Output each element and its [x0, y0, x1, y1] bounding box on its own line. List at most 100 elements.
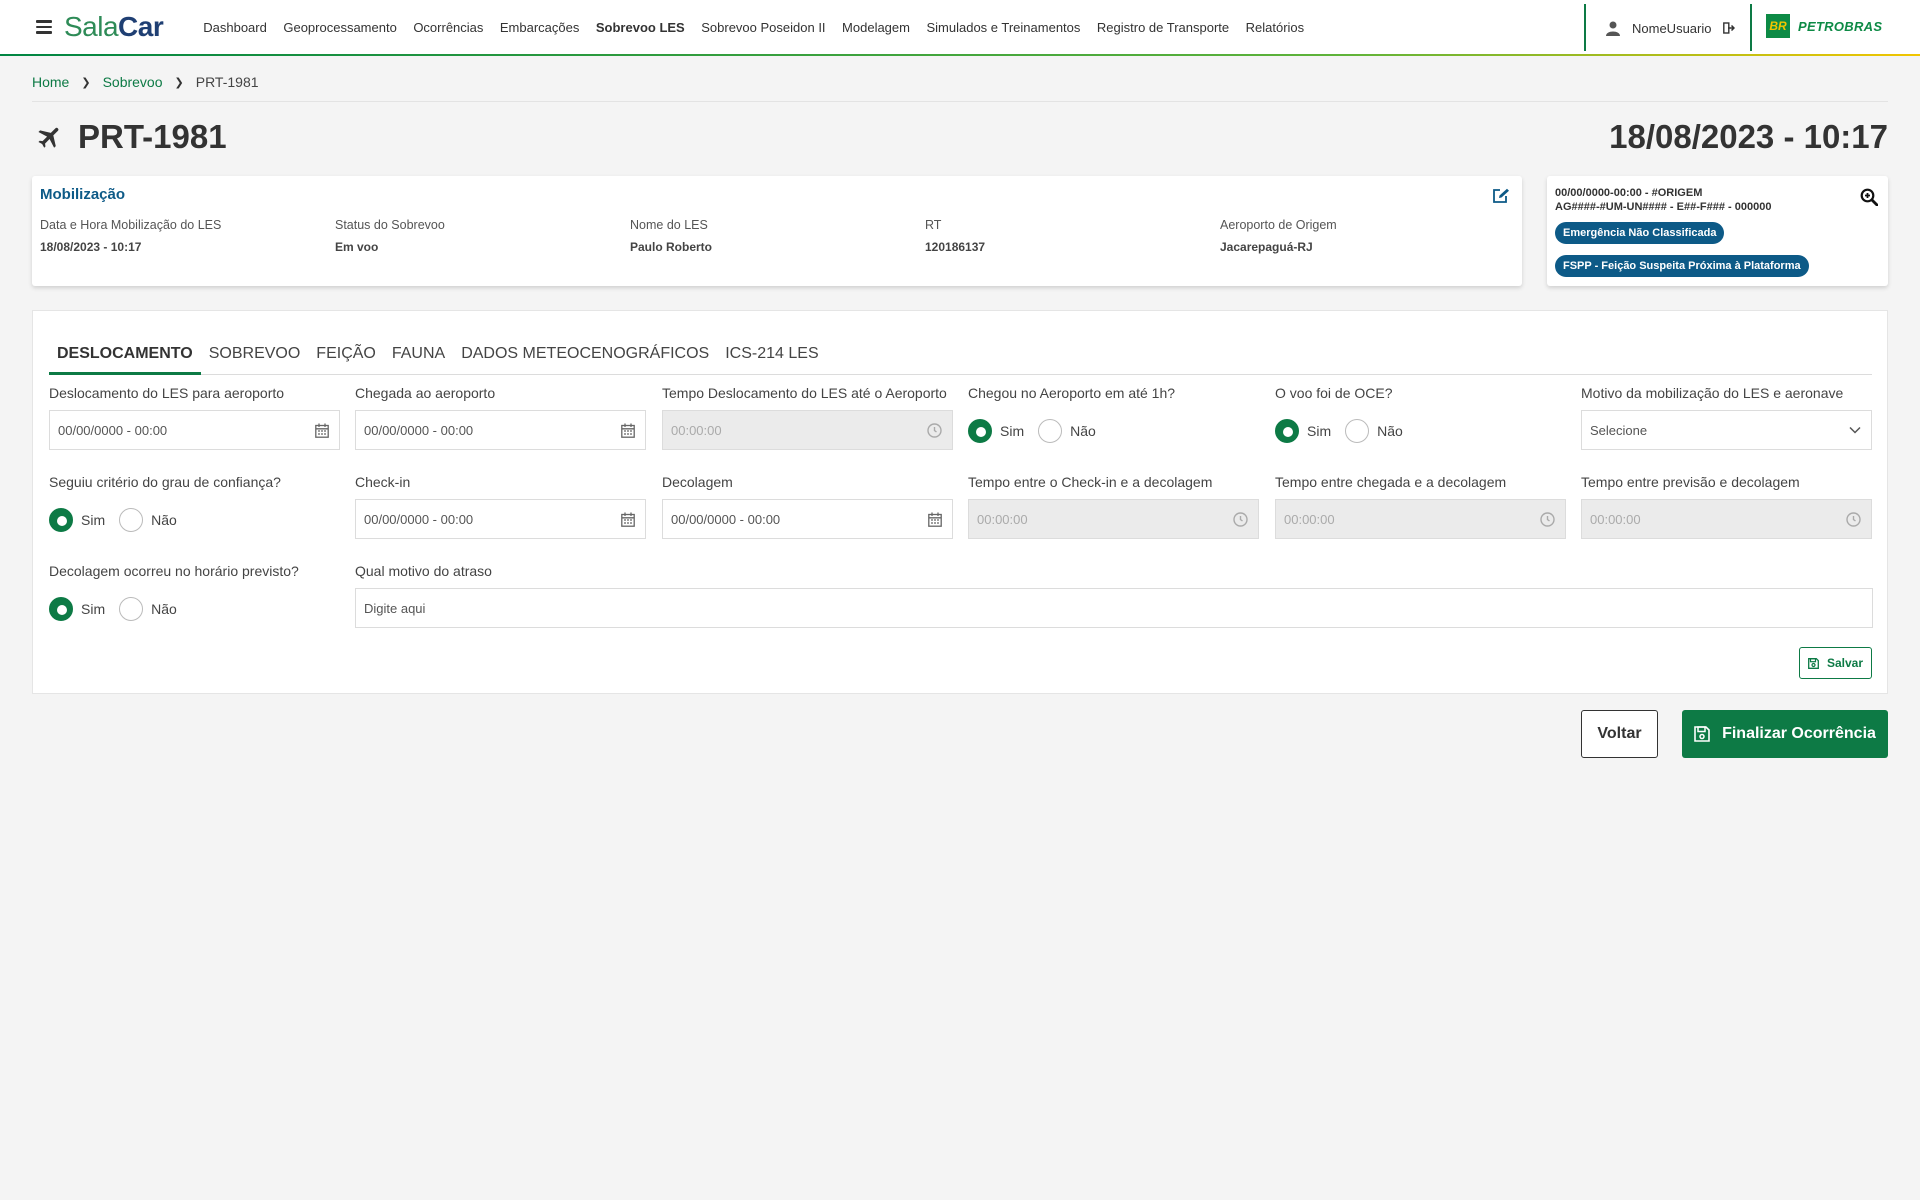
app-logo[interactable]: SalaCar [64, 11, 164, 43]
breadcrumb: Home ❯ Sobrevoo ❯ PRT-1981 [32, 74, 259, 90]
field-tempo-checkin: Tempo entre o Check-in e a decolagem 00:… [968, 474, 1259, 539]
input-placeholder: Digite aqui [364, 600, 426, 616]
tempo-deslocamento-input: 00:00:00 [662, 410, 953, 450]
save-icon [1808, 657, 1819, 669]
nav-registro-transporte[interactable]: Registro de Transporte [1097, 20, 1229, 35]
radio-unchecked[interactable] [119, 508, 144, 532]
nav-dashboard[interactable]: Dashboard [203, 20, 267, 35]
field-chegou-1h: Chegou no Aeroporto em até 1h? Sim Não [968, 385, 1176, 443]
tab-dados-meteo[interactable]: DADOS METEOCENOGRÁFICOS [453, 333, 717, 375]
radio-checked[interactable] [49, 508, 73, 532]
field-label: Tempo entre previsão e decolagem [1581, 474, 1800, 490]
finalize-occurrence-button[interactable]: Finalizar Ocorrência [1682, 710, 1888, 758]
nav-relatorios[interactable]: Relatórios [1246, 20, 1305, 35]
field-label: Aeroporto de Origem [1220, 218, 1337, 232]
field-label: Tempo entre o Check-in e a decolagem [968, 474, 1213, 490]
field-motivo-atraso: Qual motivo do atraso Digite aqui [355, 563, 1873, 628]
field-label: Deslocamento do LES para aeroporto [49, 385, 285, 401]
tab-ics-214[interactable]: ICS-214 LES [717, 333, 826, 375]
field-label: Check-in [355, 474, 411, 490]
calendar-icon[interactable] [621, 423, 635, 438]
nav-simulados[interactable]: Simulados e Treinamentos [926, 20, 1080, 35]
radio-unchecked[interactable] [1038, 419, 1063, 443]
field-tempo-deslocamento: Tempo Deslocamento do LES até o Aeroport… [662, 385, 953, 450]
input-value: 00/00/0000 - 00:00 [58, 422, 168, 438]
menu-icon[interactable] [36, 20, 52, 34]
occurrence-code-line2: AG####-#UM-UN#### - E##-F### - 000000 [1555, 201, 1772, 213]
radio-checked[interactable] [1275, 419, 1299, 443]
save-button[interactable]: Salvar [1799, 647, 1872, 679]
nav-sobrevoo-poseidon[interactable]: Sobrevoo Poseidon II [701, 20, 825, 35]
radio-label: Não [151, 512, 177, 528]
field-criterio: Seguiu critério do grau de confiança? Si… [49, 474, 281, 532]
radio-unchecked[interactable] [1345, 419, 1370, 443]
radio-nao[interactable]: Não [119, 597, 177, 621]
badge-fspp: FSPP - Feição Suspeita Próxima à Platafo… [1555, 255, 1809, 277]
field-label: Qual motivo do atraso [355, 563, 492, 579]
tab-fauna[interactable]: FAUNA [384, 333, 453, 375]
breadcrumb-sobrevoo[interactable]: Sobrevoo [103, 74, 163, 90]
nav-embarcacoes[interactable]: Embarcações [500, 20, 579, 35]
main-nav: Dashboard Geoprocessamento Ocorrências E… [203, 20, 1320, 35]
radio-nao[interactable]: Não [1038, 419, 1096, 443]
field-label: O voo foi de OCE? [1275, 385, 1393, 401]
field-label: Chegada ao aeroporto [355, 385, 496, 401]
motivo-atraso-input[interactable]: Digite aqui [355, 588, 1873, 628]
calendar-icon[interactable] [621, 512, 635, 527]
tab-sobrevoo[interactable]: SOBREVOO [201, 333, 309, 375]
occurrence-info-card: 00/00/0000-00:00 - #ORIGEM AG####-#UM-UN… [1547, 176, 1888, 286]
radio-nao[interactable]: Não [1345, 419, 1403, 443]
page-header: PRT-1981 [36, 118, 227, 156]
chegada-datetime-input[interactable]: 00/00/0000 - 00:00 [355, 410, 646, 450]
field-label: Motivo da mobilização do LES e aeronave [1581, 385, 1844, 401]
clock-icon [927, 423, 942, 438]
calendar-icon[interactable] [928, 512, 942, 527]
radio-sim[interactable]: Sim [49, 597, 105, 621]
field-label: Chegou no Aeroporto em até 1h? [968, 385, 1176, 401]
chevron-down-icon[interactable] [1849, 426, 1861, 434]
field-label: Decolagem [662, 474, 733, 490]
deslocamento-datetime-input[interactable]: 00/00/0000 - 00:00 [49, 410, 340, 450]
field-horario-previsto: Decolagem ocorreu no horário previsto? S… [49, 563, 299, 621]
back-button[interactable]: Voltar [1581, 710, 1658, 758]
nav-modelagem[interactable]: Modelagem [842, 20, 910, 35]
page-datetime: 18/08/2023 - 10:17 [1609, 118, 1888, 155]
radio-label: Não [1070, 423, 1096, 439]
breadcrumb-home[interactable]: Home [32, 74, 69, 90]
mobilizacao-card: Mobilização Data e Hora Mobilização do L… [32, 176, 1522, 286]
field-label: Seguiu critério do grau de confiança? [49, 474, 281, 490]
motivo-select[interactable]: Selecione [1581, 410, 1872, 450]
edit-icon[interactable] [1492, 188, 1510, 204]
user-menu[interactable]: NomeUsuario [1606, 0, 1736, 56]
radio-unchecked[interactable] [119, 597, 144, 621]
decolagem-datetime-input[interactable]: 00/00/0000 - 00:00 [662, 499, 953, 539]
top-navbar: SalaCar Dashboard Geoprocessamento Ocorr… [0, 0, 1920, 56]
field-checkin: Check-in 00/00/0000 - 00:00 [355, 474, 646, 539]
field-value: 120186137 [925, 240, 986, 254]
radio-sim[interactable]: Sim [968, 419, 1024, 443]
field-label: Status do Sobrevoo [335, 218, 445, 232]
nav-ocorrencias[interactable]: Ocorrências [413, 20, 483, 35]
calendar-icon[interactable] [315, 423, 329, 438]
tab-feicao[interactable]: FEIÇÃO [308, 333, 384, 375]
nav-sobrevoo-les[interactable]: Sobrevoo LES [596, 20, 685, 35]
occurrence-code: 00/00/0000-00:00 - #ORIGEM AG####-#UM-UN… [1555, 186, 1771, 214]
logout-icon[interactable] [1723, 22, 1736, 34]
radio-checked[interactable] [49, 597, 73, 621]
checkin-datetime-input[interactable]: 00/00/0000 - 00:00 [355, 499, 646, 539]
radio-nao[interactable]: Não [119, 508, 177, 532]
radio-label: Sim [81, 512, 106, 528]
petrobras-logo: BR PETROBRAS [1766, 14, 1882, 38]
divider [32, 101, 1888, 102]
nav-geoprocessamento[interactable]: Geoprocessamento [283, 20, 396, 35]
radio-sim[interactable]: Sim [1275, 419, 1331, 443]
field-nome-les: Nome do LES Paulo Roberto [630, 218, 712, 254]
radio-sim[interactable]: Sim [49, 508, 105, 532]
field-label: Decolagem ocorreu no horário previsto? [49, 563, 299, 579]
radio-checked[interactable] [968, 419, 992, 443]
zoom-in-icon[interactable] [1860, 188, 1878, 206]
field-value: Em voo [335, 240, 379, 254]
tab-deslocamento[interactable]: DESLOCAMENTO [49, 333, 201, 375]
field-label: Data e Hora Mobilização do LES [40, 218, 222, 232]
chevron-right-icon: ❯ [81, 76, 91, 89]
